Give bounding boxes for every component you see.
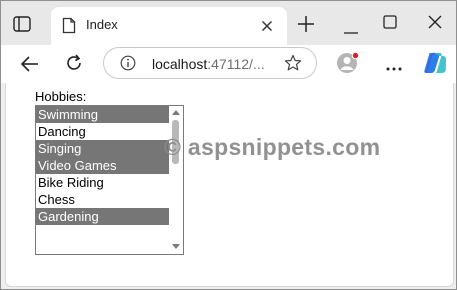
scroll-up-arrow-icon[interactable]	[172, 110, 180, 115]
listbox-scrollbar[interactable]	[169, 106, 183, 254]
tab-strip: Index	[1, 1, 456, 45]
url-text[interactable]: localhost:47112/...	[152, 56, 265, 72]
info-icon[interactable]	[120, 55, 136, 71]
option-chess[interactable]: Chess	[36, 191, 169, 208]
star-icon[interactable]	[284, 54, 302, 72]
refresh-icon[interactable]	[64, 53, 84, 73]
close-icon[interactable]	[259, 18, 275, 34]
page-icon	[62, 17, 76, 34]
close-icon[interactable]	[427, 14, 443, 30]
toolbar: localhost:47112/...	[1, 45, 456, 83]
hobbies-label: Hobbies:	[35, 89, 87, 104]
option-bike-riding[interactable]: Bike Riding	[36, 174, 169, 191]
hobbies-listbox[interactable]: Swimming Dancing Singing Video Games Bik…	[35, 105, 184, 255]
url-rest: :47112/...	[207, 56, 265, 72]
maximize-icon[interactable]	[383, 15, 397, 29]
page-content: Hobbies: Swimming Dancing Singing Video …	[5, 83, 454, 287]
option-video-games[interactable]: Video Games	[36, 157, 169, 174]
minimize-icon[interactable]	[344, 21, 358, 34]
profile-icon[interactable]	[336, 51, 360, 75]
option-dancing[interactable]: Dancing	[36, 123, 169, 140]
option-swimming[interactable]: Swimming	[36, 106, 169, 123]
scroll-down-arrow-icon[interactable]	[172, 244, 180, 249]
copilot-icon[interactable]	[422, 50, 448, 76]
watermark: © aspsnippets.com	[164, 134, 381, 160]
option-gardening[interactable]: Gardening	[36, 208, 169, 225]
browser-window: Index localhost:47112/... Hobbies: Swimm…	[0, 0, 457, 290]
address-bar[interactable]: localhost:47112/...	[103, 47, 317, 79]
tab-actions-icon[interactable]	[11, 13, 33, 35]
url-host: localhost	[152, 56, 208, 72]
option-singing[interactable]: Singing	[36, 140, 169, 157]
back-arrow-icon[interactable]	[20, 54, 40, 74]
plus-icon[interactable]	[297, 15, 315, 33]
tab-title: Index	[86, 17, 118, 32]
tab-index[interactable]: Index	[51, 7, 287, 45]
more-icon[interactable]	[385, 59, 403, 71]
